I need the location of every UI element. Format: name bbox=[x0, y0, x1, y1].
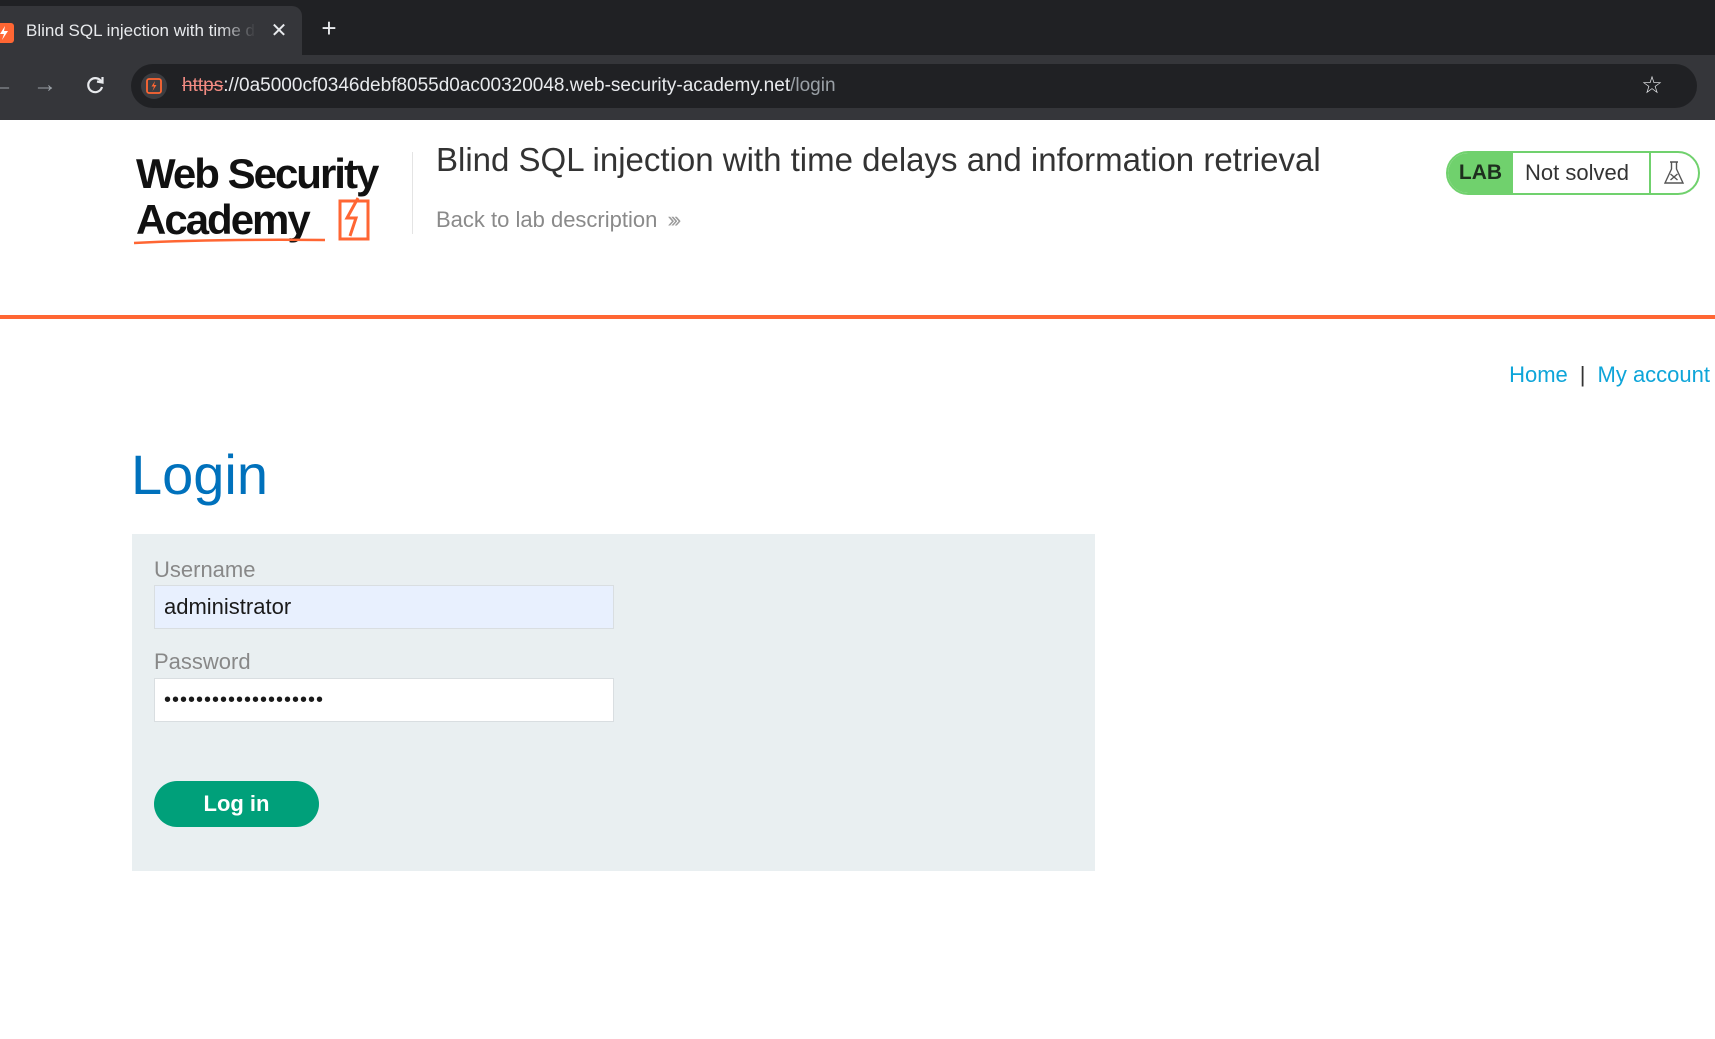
reload-icon[interactable] bbox=[79, 69, 111, 101]
url-host: ://0a5000cf0346debf8055d0ac00320048.web-… bbox=[223, 75, 791, 96]
back-to-lab-description-link[interactable]: Back to lab description ››› bbox=[436, 206, 681, 234]
header-divider bbox=[412, 152, 413, 234]
arrow-right-icon[interactable]: → bbox=[29, 69, 61, 101]
plus-icon[interactable]: + bbox=[314, 14, 344, 44]
double-chevron-right-icon: ››› bbox=[667, 207, 681, 232]
browser-tabstrip: Blind SQL injection with time delays and… bbox=[0, 0, 1715, 55]
browser-tab[interactable]: Blind SQL injection with time delays and… bbox=[0, 6, 302, 55]
address-bar[interactable]: https://0a5000cf0346debf8055d0ac00320048… bbox=[131, 64, 1697, 108]
page-content: Web Security Academy Blind SQL injection… bbox=[0, 120, 1715, 1039]
nav-my-account-link[interactable]: My account bbox=[1598, 362, 1711, 387]
lab-status-text: Not solved bbox=[1525, 160, 1629, 185]
back-link-label: Back to lab description bbox=[436, 207, 658, 232]
lab-badge: LAB bbox=[1448, 153, 1513, 193]
logo-line2: Academy bbox=[136, 196, 311, 243]
url-path: /login bbox=[790, 75, 836, 96]
lab-title: Blind SQL injection with time delays and… bbox=[436, 141, 1321, 178]
password-label: Password bbox=[154, 649, 251, 674]
flask-icon[interactable] bbox=[1660, 159, 1688, 187]
browser-toolbar: ← → https://0a5000cf0346debf8055d0ac0032… bbox=[0, 55, 1715, 120]
tab-title: Blind SQL injection with time delays and… bbox=[26, 21, 256, 40]
lab-status-widget: LAB Not solved bbox=[1446, 151, 1700, 195]
close-icon[interactable]: ✕ bbox=[268, 20, 290, 42]
lab-status-divider bbox=[1649, 153, 1651, 193]
page-title: Login bbox=[131, 443, 269, 506]
nav-separator: | bbox=[1579, 362, 1586, 387]
burp-lightning-icon bbox=[0, 23, 14, 43]
url-scheme: https bbox=[182, 75, 224, 96]
header-accent-rule bbox=[0, 315, 1715, 319]
logo-line1: Web Security bbox=[136, 150, 380, 197]
login-form: Username Password Log in bbox=[132, 534, 1095, 871]
star-icon[interactable]: ☆ bbox=[1638, 72, 1666, 100]
password-field[interactable] bbox=[154, 678, 614, 722]
arrow-left-icon[interactable]: ← bbox=[0, 69, 18, 101]
nav-home-link[interactable]: Home bbox=[1509, 362, 1568, 387]
username-field[interactable] bbox=[154, 585, 614, 629]
url-text: https://0a5000cf0346debf8055d0ac00320048… bbox=[182, 74, 1582, 98]
login-button[interactable]: Log in bbox=[154, 781, 319, 827]
site-info-icon[interactable] bbox=[141, 73, 167, 99]
web-security-academy-logo[interactable]: Web Security Academy bbox=[130, 146, 410, 246]
top-nav: Home | My account bbox=[1490, 360, 1710, 390]
username-label: Username bbox=[154, 557, 256, 582]
